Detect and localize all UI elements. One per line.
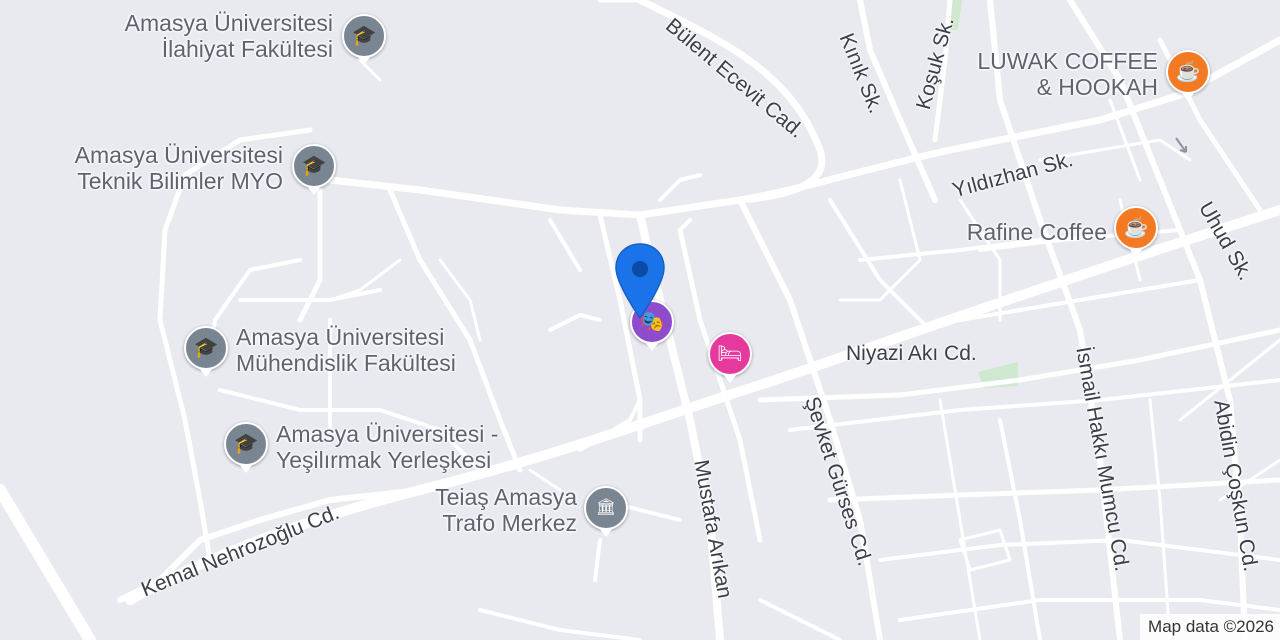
poi-label-yesilirmak[interactable]: Amasya Üniversitesi - Yeşilırmak Yerleşk… bbox=[276, 421, 498, 473]
map-view[interactable]: Bülent Ecevit Cad. Kınık Sk. Koşuk Sk. Y… bbox=[0, 0, 1280, 640]
poi-label-rafine-coffee[interactable]: Rafine Coffee bbox=[900, 219, 1107, 245]
poi-label-teknik-bilimler[interactable]: Amasya Üniversitesi Teknik Bilimler MYO bbox=[10, 142, 283, 194]
government-building-icon[interactable]: 🏛 bbox=[584, 486, 628, 530]
poi-label-ilahiyat[interactable]: Amasya Üniversitesi İlahiyat Fakültesi bbox=[20, 10, 333, 62]
poi-label-muhendislik[interactable]: Amasya Üniversitesi Mühendislik Fakültes… bbox=[236, 324, 456, 376]
street-label-niyazi-aki: Niyazi Akı Cd. bbox=[846, 342, 977, 365]
graduation-cap-icon[interactable]: 🎓 bbox=[292, 144, 336, 188]
graduation-cap-icon[interactable]: 🎓 bbox=[224, 422, 268, 466]
map-attribution: Map data ©2026 bbox=[1140, 614, 1280, 640]
poi-label-teias-trafo[interactable]: Teiaş Amasya Trafo Merkez bbox=[380, 484, 577, 536]
location-pin-icon[interactable] bbox=[612, 242, 668, 322]
graduation-cap-icon[interactable]: 🎓 bbox=[184, 326, 228, 370]
poi-label-luwak-coffee[interactable]: LUWAK COFFEE & HOOKAH bbox=[940, 48, 1158, 100]
coffee-cup-icon[interactable]: ☕ bbox=[1114, 206, 1158, 250]
coffee-cup-icon[interactable]: ☕ bbox=[1166, 50, 1210, 94]
graduation-cap-icon[interactable]: 🎓 bbox=[342, 14, 386, 58]
bed-icon[interactable]: 🛏 bbox=[708, 332, 752, 376]
